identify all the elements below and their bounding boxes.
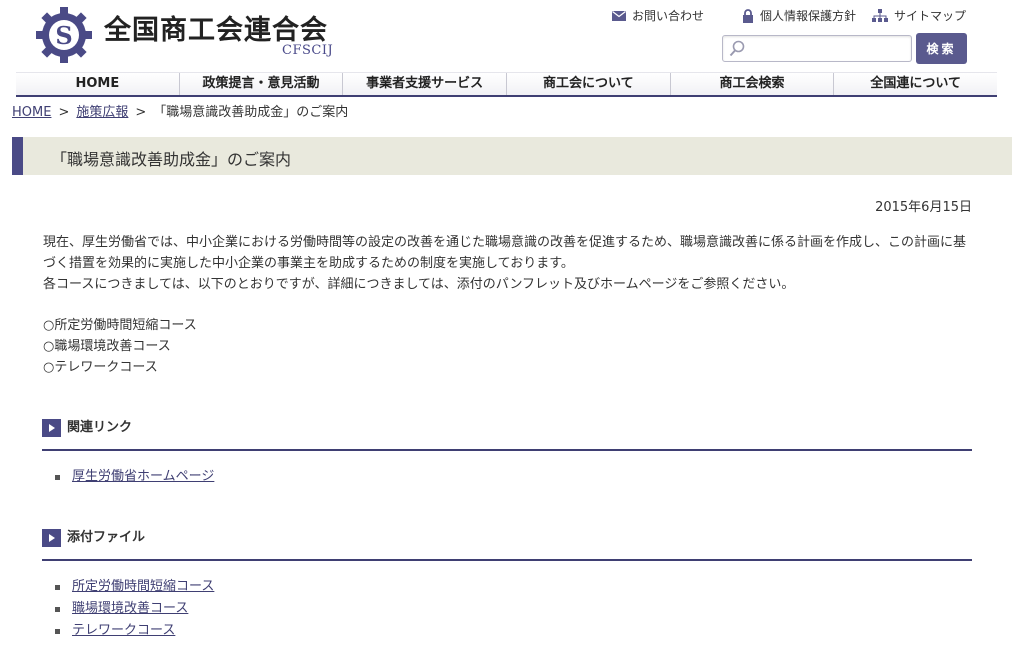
svg-text:S: S (55, 21, 72, 50)
attachments-title: 添付ファイル (67, 530, 146, 545)
privacy-policy-link-label[interactable]: 個人情報保護方針 (760, 7, 856, 24)
breadcrumb-current: 「職場意識改善助成金」のご案内 (153, 105, 349, 120)
nav-item-about-federation[interactable]: 全国連について (834, 73, 997, 95)
related-links-heading: 関連リンク (42, 419, 972, 451)
nav-item-policy[interactable]: 政策提言・意見活動 (180, 73, 344, 95)
privacy-policy-link[interactable]: 個人情報保護方針 (742, 7, 856, 24)
page-title-bar: 「職場意識改善助成金」のご案内 (12, 137, 1012, 175)
nav-item-chamber-search[interactable]: 商工会検索 (671, 73, 835, 95)
nav-item-home[interactable]: HOME (16, 73, 180, 95)
site-title[interactable]: 全国商工会連合会 (104, 8, 328, 47)
mhlw-homepage-link[interactable]: 厚生労働省ホームページ (72, 469, 214, 484)
body-text: 現在、厚生労働省では、中小企業における労働時間等の設定の改善を通じた職場意識の改… (43, 232, 975, 295)
search-input[interactable] (749, 39, 907, 58)
page-title: 「職場意識改善助成金」のご案内 (51, 150, 292, 169)
search-icon (729, 40, 745, 57)
breadcrumb-separator: > (135, 105, 147, 120)
play-arrow-icon (42, 529, 61, 547)
lock-icon (743, 8, 753, 23)
attachment-link[interactable]: 所定労働時間短縮コース (72, 579, 214, 594)
breadcrumb-separator: > (58, 105, 70, 120)
search-box[interactable] (722, 35, 912, 62)
body-paragraph: 現在、厚生労働省では、中小企業における労働時間等の設定の改善を通じた職場意識の改… (43, 235, 967, 271)
sitemap-icon (872, 9, 888, 22)
list-item: 職場環境改善コース (54, 598, 214, 620)
course-item: ○所定労働時間短縮コース (43, 318, 197, 333)
list-item: テレワークコース (54, 620, 214, 642)
related-links-list: 厚生労働省ホームページ (54, 466, 214, 488)
gear-s-logo-icon[interactable]: S (33, 5, 95, 65)
sitemap-link-label[interactable]: サイトマップ (894, 7, 966, 24)
search-button[interactable]: 検索 (916, 33, 967, 64)
attachments-heading: 添付ファイル (42, 529, 972, 561)
sitemap-link[interactable]: サイトマップ (872, 7, 966, 24)
attachments-list: 所定労働時間短縮コース 職場環境改善コース テレワークコース (54, 576, 214, 642)
related-links-title: 関連リンク (67, 420, 133, 435)
site-subtitle: CFSCIJ (282, 43, 334, 58)
breadcrumb-home[interactable]: HOME (12, 105, 51, 120)
course-item: ○テレワークコース (43, 360, 158, 375)
mail-icon (612, 10, 626, 21)
publish-date: 2015年6月15日 (875, 200, 972, 215)
body-paragraph: 各コースにつきましては、以下のとおりですが、詳細につきましては、添付のパンフレッ… (43, 277, 795, 292)
contact-link-label[interactable]: お問い合わせ (632, 7, 704, 24)
course-list: ○所定労働時間短縮コース ○職場環境改善コース ○テレワークコース (43, 315, 197, 378)
attachment-link[interactable]: 職場環境改善コース (72, 601, 188, 616)
contact-link[interactable]: お問い合わせ (612, 7, 704, 24)
nav-item-support-services[interactable]: 事業者支援サービス (343, 73, 508, 95)
attachment-link[interactable]: テレワークコース (72, 623, 175, 638)
list-item: 所定労働時間短縮コース (54, 576, 214, 598)
play-arrow-icon (42, 419, 61, 437)
nav-item-about-chambers[interactable]: 商工会について (507, 73, 671, 95)
breadcrumb-policy-pr[interactable]: 施策広報 (76, 105, 128, 120)
list-item: 厚生労働省ホームページ (54, 466, 214, 488)
course-item: ○職場環境改善コース (43, 339, 171, 354)
global-nav: HOME 政策提言・意見活動 事業者支援サービス 商工会について 商工会検索 全… (16, 72, 997, 97)
breadcrumb: HOME > 施策広報 > 「職場意識改善助成金」のご案内 (12, 101, 348, 120)
